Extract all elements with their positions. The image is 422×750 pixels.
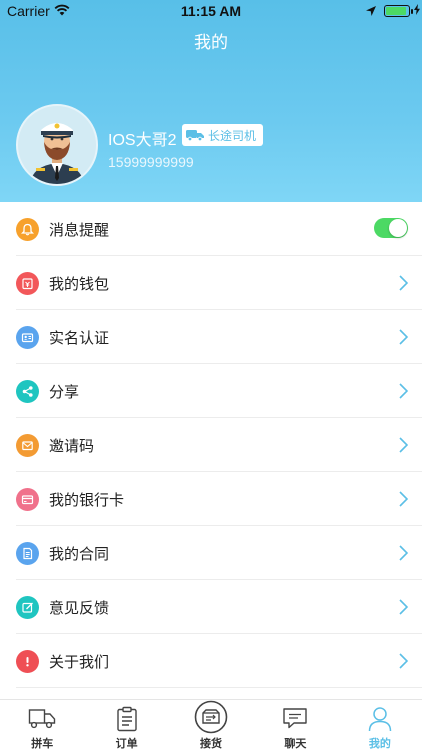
chevron-right-icon	[399, 545, 408, 561]
tab-label: 接货	[200, 738, 223, 750]
chevron-right-icon	[399, 383, 408, 399]
clock-label: 11:15 AM	[180, 3, 242, 19]
alert-icon	[16, 649, 39, 673]
chevron-right-icon	[399, 329, 408, 345]
chat-icon	[283, 708, 308, 729]
profile-name: IOS大哥2	[108, 132, 177, 149]
truck-icon	[29, 709, 56, 729]
menu-item-notifications[interactable]: 消息提醒	[0, 202, 422, 256]
tab-label: 拼车	[31, 738, 54, 750]
chevron-right-icon	[399, 653, 408, 669]
tab-label: 我的	[368, 738, 391, 750]
settings-menu: 消息提醒 我的钱包 实名认证 分享 邀请码 我的银行卡 我的合同 意见反馈 关于…	[0, 202, 422, 688]
person-icon	[368, 707, 392, 732]
share-icon	[16, 379, 39, 403]
chevron-right-icon	[399, 599, 408, 615]
role-badge: 长途司机	[182, 124, 264, 146]
menu-item-label: 消息提醒	[49, 221, 110, 239]
menu-item-label: 邀请码	[49, 437, 95, 455]
envelope-icon	[16, 433, 39, 457]
menu-item-label: 我的银行卡	[49, 491, 125, 509]
menu-item-wallet[interactable]: 我的钱包	[0, 256, 422, 310]
id-card-icon	[16, 325, 39, 349]
box-icon	[194, 700, 228, 734]
menu-item-contract[interactable]: 我的合同	[0, 526, 422, 580]
menu-item-label: 实名认证	[49, 329, 110, 347]
tab-chat[interactable]: 聊天	[253, 700, 337, 750]
tab-pickup[interactable]: 接货	[169, 700, 253, 750]
location-arrow-icon	[365, 4, 377, 20]
battery-icon	[384, 5, 413, 17]
tab-label: 聊天	[284, 738, 307, 750]
menu-item-label: 分享	[49, 383, 80, 401]
wallet-icon	[16, 271, 39, 295]
page-title: 我的	[194, 33, 228, 52]
menu-item-invite-code[interactable]: 邀请码	[0, 418, 422, 472]
menu-item-label: 意见反馈	[49, 599, 110, 617]
chevron-right-icon	[399, 437, 408, 453]
menu-item-label: 我的钱包	[49, 275, 110, 293]
avatar[interactable]	[16, 104, 98, 186]
chevron-right-icon	[399, 491, 408, 507]
document-icon	[16, 541, 39, 565]
menu-item-label: 关于我们	[49, 653, 110, 671]
menu-item-about-us[interactable]: 关于我们	[0, 634, 422, 688]
phone-number: 15999999999	[108, 154, 194, 170]
status-bar: Carrier 11:15 AM	[0, 0, 422, 22]
feedback-icon	[16, 595, 39, 619]
tab-label: 订单	[115, 738, 138, 750]
menu-item-bank-card[interactable]: 我的银行卡	[0, 472, 422, 526]
tab-me[interactable]: 我的	[338, 700, 422, 750]
bank-card-icon	[16, 487, 39, 511]
charging-bolt-icon	[414, 4, 420, 18]
menu-item-feedback[interactable]: 意见反馈	[0, 580, 422, 634]
menu-item-share[interactable]: 分享	[0, 364, 422, 418]
tab-carpool[interactable]: 拼车	[0, 700, 84, 750]
bell-icon	[16, 217, 39, 241]
tab-bar: 拼车 订单 接货 聊天 我的	[0, 699, 422, 750]
notifications-toggle[interactable]	[374, 218, 408, 238]
truck-badge-icon	[186, 130, 204, 141]
tab-orders[interactable]: 订单	[84, 700, 168, 750]
clipboard-icon	[116, 706, 137, 732]
role-badge-label: 长途司机	[208, 128, 257, 143]
chevron-right-icon	[399, 275, 408, 291]
menu-item-label: 我的合同	[49, 545, 110, 563]
menu-item-identity-verification[interactable]: 实名认证	[0, 310, 422, 364]
